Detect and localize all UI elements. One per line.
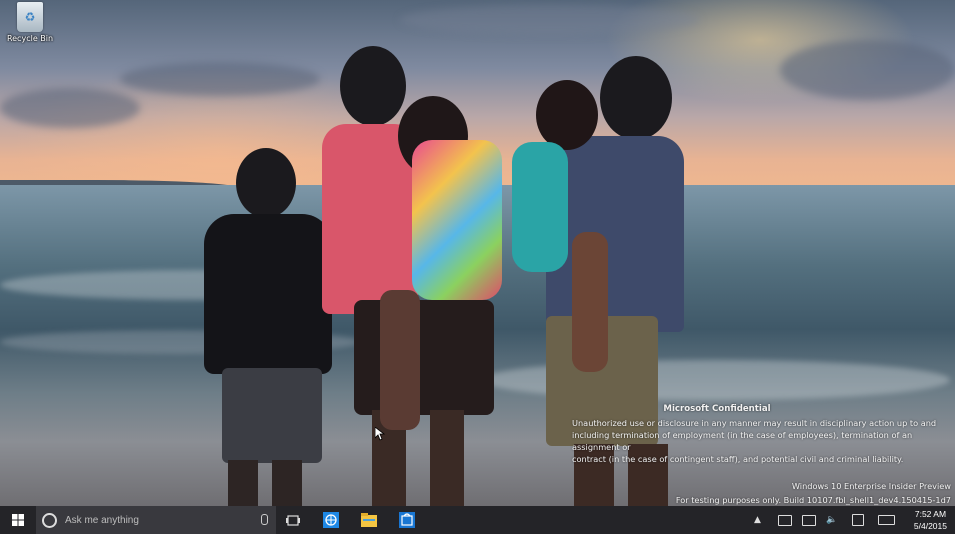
recycle-bin-icon: ♻ [17, 2, 43, 32]
confidential-line: contract (in the case of contingent staf… [572, 454, 904, 464]
start-button[interactable] [0, 506, 36, 534]
man-head [600, 56, 672, 140]
child-leg [228, 460, 258, 506]
keyboard-tray-button[interactable] [878, 506, 895, 534]
cloud [120, 62, 320, 96]
confidential-line: Unauthorized use or disclosure in any ma… [572, 418, 937, 428]
task-view-button[interactable] [280, 506, 306, 534]
keyboard-icon [878, 515, 895, 525]
clock[interactable]: 7:52 AM 5/4/2015 [914, 508, 947, 532]
taskbar: Ask me anything ▲ 🔈 7:52 AM 5/4/2015 [0, 506, 955, 534]
adult-skirt [354, 300, 494, 415]
child-head [236, 148, 296, 218]
child-shirt [204, 214, 332, 374]
build-text: For testing purposes only. Build 10107.f… [675, 495, 951, 505]
file-explorer-button[interactable] [356, 506, 382, 534]
show-hidden-icons-button[interactable]: ▲ [754, 506, 761, 534]
search-placeholder: Ask me anything [65, 514, 139, 526]
browser-button[interactable] [318, 506, 344, 534]
store-button[interactable] [394, 506, 420, 534]
child-leg [272, 460, 302, 506]
edition-text: Windows 10 Enterprise Insider Preview [791, 481, 951, 491]
chevron-up-icon: ▲ [754, 515, 761, 525]
search-box[interactable]: Ask me anything [36, 506, 276, 534]
microphone-icon[interactable] [261, 514, 268, 525]
recycle-bin-label: Recycle Bin [6, 34, 54, 43]
cortana-icon [42, 512, 57, 528]
cloud [780, 40, 955, 100]
mouse-cursor-icon [375, 427, 385, 441]
task-view-icon [286, 514, 300, 526]
child-shorts [222, 368, 322, 463]
build-watermark: Windows 10 Enterprise Insider Preview Fo… [676, 479, 951, 506]
clock-time: 7:52 AM [914, 509, 947, 519]
recycle-bin-shortcut[interactable]: ♻ Recycle Bin [6, 2, 54, 43]
confidential-title: Microsoft Confidential [663, 404, 771, 414]
volume-icon: 🔈 [826, 515, 838, 525]
cloud [0, 88, 140, 128]
small-girl-head [536, 80, 598, 150]
adult-head [340, 46, 406, 126]
girl-leg [380, 290, 420, 430]
adult-leg [430, 410, 464, 506]
browser-icon [323, 512, 339, 528]
display-icon [802, 514, 816, 526]
small-girl-teal-top [512, 142, 568, 272]
display-tray-button[interactable] [802, 506, 816, 534]
file-explorer-icon [361, 513, 377, 527]
notification-icon [852, 514, 864, 526]
confidential-line: including termination of employment (in … [572, 430, 913, 452]
action-center-button[interactable] [852, 506, 864, 534]
confidential-notice: Microsoft Confidential Unauthorized use … [572, 403, 955, 465]
network-icon [778, 514, 792, 526]
windows-logo-icon [12, 514, 24, 526]
network-tray-button[interactable] [778, 506, 792, 534]
girl-floral-dress [412, 140, 502, 300]
cloud [400, 5, 700, 35]
clock-date: 5/4/2015 [913, 521, 947, 531]
desktop-wallpaper: ♻ Recycle Bin Microsoft Confidential Una… [0, 0, 955, 506]
store-icon [399, 512, 415, 528]
small-girl-leg [572, 232, 608, 372]
volume-tray-button[interactable]: 🔈 [826, 506, 837, 534]
